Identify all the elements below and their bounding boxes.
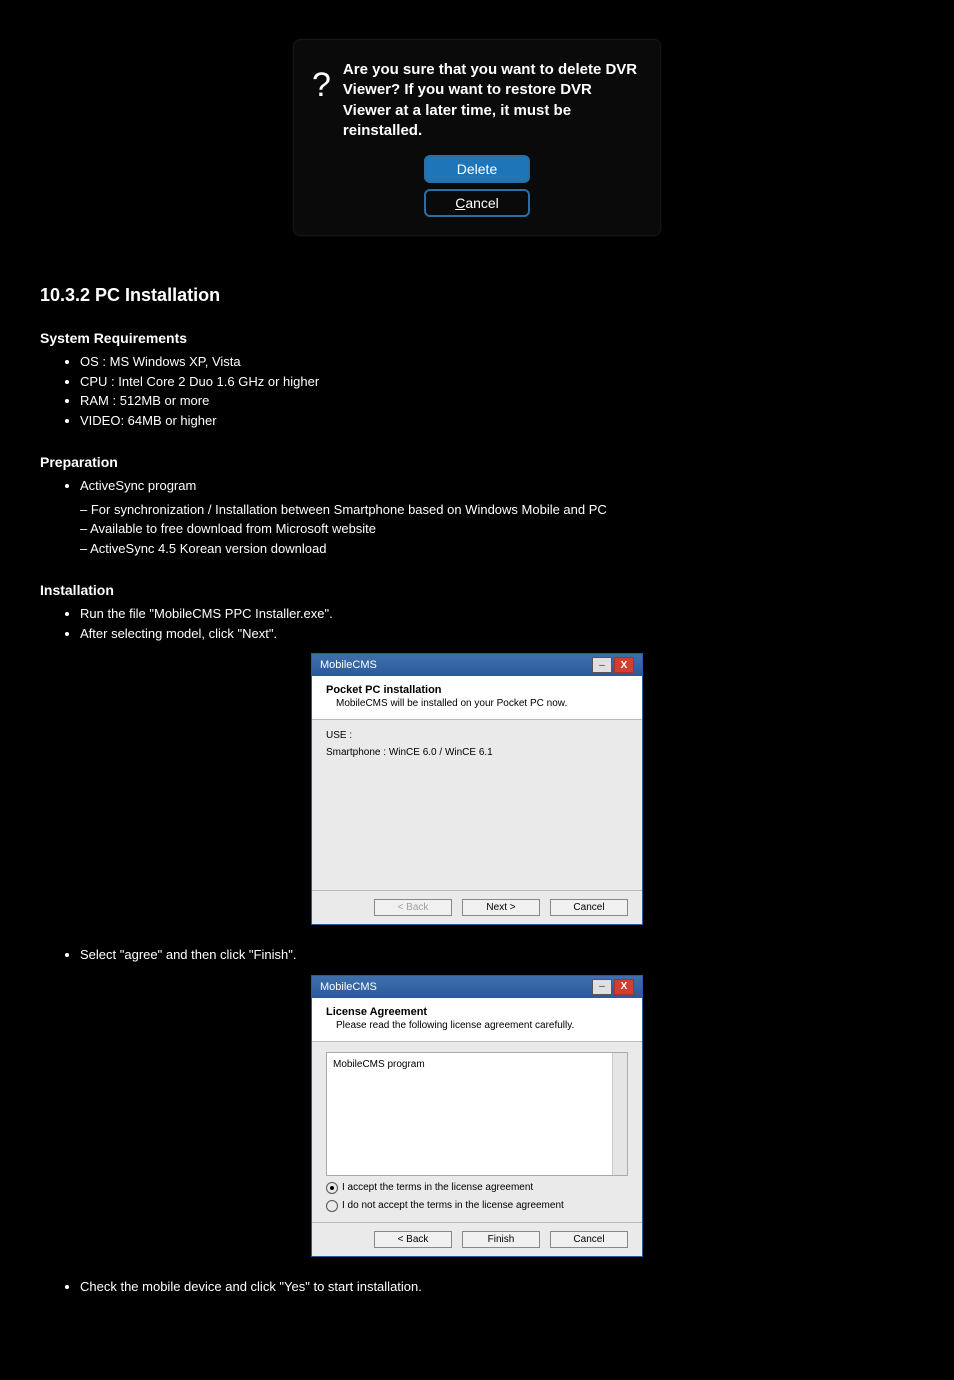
installer-wizard-step1: MobileCMS – X Pocket PC installation Mob… [311, 653, 643, 925]
radio-label: I accept the terms in the license agreem… [342, 1182, 533, 1193]
list-item: Select "agree" and then click "Finish". [80, 945, 914, 965]
list-item: Run the file "MobileCMS PPC Installer.ex… [80, 604, 914, 624]
next-button[interactable]: Next > [462, 899, 540, 916]
close-button[interactable]: X [614, 979, 634, 995]
dialog-message: Are you sure that you want to delete DVR… [343, 60, 642, 141]
delete-button[interactable]: Delete [424, 155, 530, 183]
section-heading: 10.3.2 PC Installation [40, 285, 914, 306]
radio-accept[interactable] [326, 1182, 338, 1194]
close-button[interactable]: X [614, 657, 634, 673]
cancel-button[interactable]: Cancel [550, 899, 628, 916]
body-text: Smartphone : WinCE 6.0 / WinCE 6.1 [326, 747, 628, 758]
window-title: MobileCMS [320, 659, 377, 671]
installer-wizard-license: MobileCMS – X License Agreement Please r… [311, 975, 643, 1257]
question-icon: ? [312, 60, 331, 105]
list-item: For synchronization / Installation betwe… [80, 500, 914, 520]
mobile-confirm-dialog: ? Are you sure that you want to delete D… [294, 40, 660, 235]
radio-decline[interactable] [326, 1200, 338, 1212]
scrollbar[interactable] [612, 1053, 627, 1175]
list-item: Check the mobile device and click "Yes" … [80, 1277, 914, 1297]
license-text: MobileCMS program [333, 1059, 425, 1070]
accept-radio-row[interactable]: I accept the terms in the license agreem… [326, 1182, 628, 1194]
cancel-button[interactable]: Cancel [550, 1231, 628, 1248]
list-item: Available to free download from Microsof… [80, 519, 914, 539]
minimize-button[interactable]: – [592, 657, 612, 673]
sysreq-list: OS : MS Windows XP, Vista CPU : Intel Co… [80, 352, 914, 430]
finish-button[interactable]: Finish [462, 1231, 540, 1248]
back-button[interactable]: < Back [374, 1231, 452, 1248]
back-button: < Back [374, 899, 452, 916]
wizard-heading: Pocket PC installation [326, 684, 628, 696]
cancel-accel: C [455, 195, 465, 211]
install-heading: Installation [40, 582, 914, 598]
cancel-button[interactable]: Cancel [424, 189, 530, 217]
wizard-heading: License Agreement [326, 1006, 628, 1018]
list-item: ActiveSync 4.5 Korean version download [80, 539, 914, 559]
prep-heading: Preparation [40, 454, 914, 470]
prep-sublist: For synchronization / Installation betwe… [80, 500, 914, 559]
license-textarea[interactable]: MobileCMS program [326, 1052, 628, 1176]
list-item: After selecting model, click "Next". [80, 624, 914, 644]
cancel-rest: ancel [465, 195, 498, 211]
list-item: VIDEO: 64MB or higher [80, 411, 914, 431]
list-item: ActiveSync program [80, 476, 914, 496]
list-item: RAM : 512MB or more [80, 391, 914, 411]
minimize-button[interactable]: – [592, 979, 612, 995]
list-item: CPU : Intel Core 2 Duo 1.6 GHz or higher [80, 372, 914, 392]
wizard-subheading: MobileCMS will be installed on your Pock… [336, 698, 628, 709]
decline-radio-row[interactable]: I do not accept the terms in the license… [326, 1200, 628, 1212]
sysreq-heading: System Requirements [40, 330, 914, 346]
radio-label: I do not accept the terms in the license… [342, 1200, 564, 1211]
wizard-subheading: Please read the following license agreem… [336, 1020, 628, 1031]
window-title: MobileCMS [320, 981, 377, 993]
list-item: OS : MS Windows XP, Vista [80, 352, 914, 372]
body-text: USE : [326, 730, 628, 741]
